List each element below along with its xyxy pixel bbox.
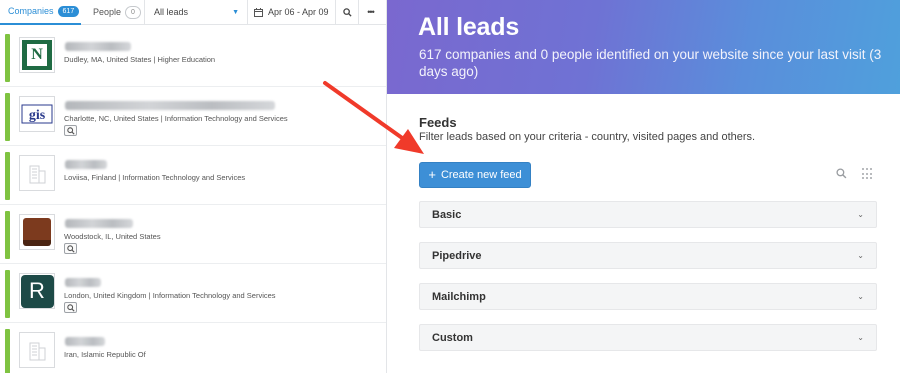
company-logo <box>19 332 55 368</box>
gis-logo: gis <box>21 104 53 124</box>
company-logo: N <box>19 37 55 73</box>
lookup-button[interactable] <box>64 125 77 136</box>
leads-list-panel: Companies 617 People 0 All leads ▼ Apr 0… <box>0 0 387 373</box>
lead-status-bar <box>5 329 10 373</box>
company-name-blurred <box>65 278 101 287</box>
search-icon <box>342 7 352 17</box>
main-content: All leads 617 companies and 0 people ide… <box>387 0 900 373</box>
feed-search-icon[interactable] <box>836 168 847 179</box>
create-new-feed-button[interactable]: + Create new feed <box>419 162 531 188</box>
list-toolbar: Companies 617 People 0 All leads ▼ Apr 0… <box>0 0 386 25</box>
lead-status-bar <box>5 34 10 82</box>
tab-companies-label: Companies <box>8 6 54 16</box>
feed-filter-value: All leads <box>154 7 189 17</box>
company-industry: Higher Education <box>157 55 216 64</box>
lead-row[interactable]: N Dudley, MA, United States | Higher Edu… <box>0 28 386 87</box>
feeds-description: Filter leads based on your criteria - co… <box>419 131 756 143</box>
feed-item-label: Custom <box>432 331 473 344</box>
lead-row[interactable]: Woodstock, IL, United States <box>0 205 386 264</box>
hero-banner: All leads 617 companies and 0 people ide… <box>387 0 900 94</box>
company-location: Dudley, MA, United States <box>64 55 152 64</box>
building-placeholder-icon <box>29 165 46 184</box>
company-meta: Charlotte, NC, United States | Informati… <box>64 114 288 123</box>
tab-people-label: People <box>93 7 122 17</box>
company-meta: Woodstock, IL, United States <box>64 232 161 241</box>
people-count-badge: 0 <box>125 5 141 19</box>
create-new-feed-label: Create new feed <box>440 169 522 181</box>
feed-item-label: Mailchimp <box>432 290 486 303</box>
company-meta: Iran, Islamic Republic Of <box>64 350 146 359</box>
pot-logo <box>23 218 51 246</box>
company-industry: Information Technology and Services <box>152 291 276 300</box>
company-name-blurred <box>65 160 107 169</box>
calendar-icon <box>254 7 263 17</box>
lead-row[interactable]: Iran, Islamic Republic Of <box>0 323 386 373</box>
company-meta: Dudley, MA, United States | Higher Educa… <box>64 55 215 64</box>
date-range-value: Apr 06 - Apr 09 <box>268 7 329 17</box>
lead-row[interactable]: R London, United Kingdom | Information T… <box>0 264 386 323</box>
svg-text:gis: gis <box>29 108 46 123</box>
company-name-blurred <box>65 219 133 228</box>
company-logo: R <box>19 273 55 309</box>
building-placeholder-icon <box>29 342 46 361</box>
company-name-blurred <box>65 101 275 110</box>
lead-status-bar <box>5 93 10 141</box>
page-title: All leads <box>418 13 520 41</box>
r-logo-mark: R <box>29 278 45 303</box>
date-range-picker[interactable]: Apr 06 - Apr 09 <box>248 0 336 25</box>
tab-people[interactable]: People 0 <box>81 0 145 25</box>
lead-row[interactable]: gis Charlotte, NC, United States | Infor… <box>0 87 386 146</box>
lead-status-bar <box>5 270 10 318</box>
search-button[interactable] <box>336 0 359 25</box>
company-logo <box>19 155 55 191</box>
lookup-button[interactable] <box>64 243 77 254</box>
company-name-blurred <box>65 42 131 51</box>
feed-item-pipedrive[interactable]: Pipedrive ⌄ <box>419 242 877 269</box>
feed-item-custom[interactable]: Custom ⌄ <box>419 324 877 351</box>
feed-item-basic[interactable]: Basic ⌄ <box>419 201 877 228</box>
feed-item-label: Basic <box>432 208 462 221</box>
company-industry: Information Technology and Services <box>164 114 288 123</box>
more-icon: ••• <box>367 7 375 17</box>
lead-status-bar <box>5 211 10 259</box>
company-logo <box>19 214 55 250</box>
company-location: Iran, Islamic Republic Of <box>64 350 146 359</box>
lead-status-bar <box>5 152 10 200</box>
chevron-down-icon: ⌄ <box>857 251 864 260</box>
n-logo-mark: N <box>27 44 47 66</box>
magnifier-icon <box>66 244 75 253</box>
company-location: London, United Kingdom <box>64 291 147 300</box>
company-location: Charlotte, NC, United States <box>64 114 159 123</box>
lead-row[interactable]: Loviisa, Finland | Information Technolog… <box>0 146 386 205</box>
more-options-button[interactable]: ••• <box>359 0 382 25</box>
n-logo: N <box>22 40 52 70</box>
plus-icon: + <box>428 167 436 182</box>
feeds-heading: Feeds <box>419 115 457 130</box>
company-location: Loviisa, Finland <box>64 173 117 182</box>
magnifier-icon <box>66 303 75 312</box>
page-subtitle: 617 companies and 0 people identified on… <box>419 47 882 79</box>
chevron-down-icon: ⌄ <box>857 210 864 219</box>
tab-companies[interactable]: Companies 617 <box>0 0 81 25</box>
feed-item-label: Pipedrive <box>432 249 482 262</box>
feed-item-mailchimp[interactable]: Mailchimp ⌄ <box>419 283 877 310</box>
feed-filter-select[interactable]: All leads ▼ <box>145 0 248 25</box>
grid-menu-icon[interactable] <box>862 168 874 180</box>
companies-count-badge: 617 <box>57 5 80 17</box>
company-location: Woodstock, IL, United States <box>64 232 161 241</box>
company-name-blurred <box>65 337 105 346</box>
r-logo: R <box>20 274 54 308</box>
magnifier-icon <box>66 126 75 135</box>
caret-down-icon: ▼ <box>232 8 239 16</box>
lookup-button[interactable] <box>64 302 77 313</box>
chevron-down-icon: ⌄ <box>857 333 864 342</box>
company-logo: gis <box>19 96 55 132</box>
company-industry: Information Technology and Services <box>122 173 246 182</box>
company-meta: Loviisa, Finland | Information Technolog… <box>64 173 245 182</box>
chevron-down-icon: ⌄ <box>857 292 864 301</box>
company-meta: London, United Kingdom | Information Tec… <box>64 291 276 300</box>
